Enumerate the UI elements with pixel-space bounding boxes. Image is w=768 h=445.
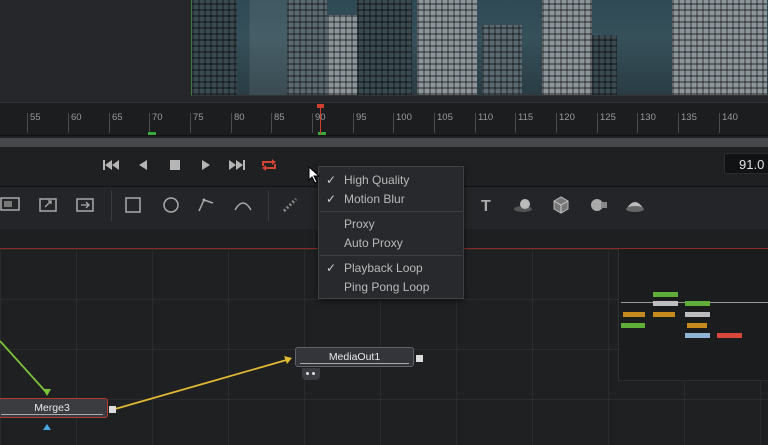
tick-label: 70 bbox=[152, 112, 163, 123]
checkmark-icon: ✓ bbox=[326, 173, 337, 187]
svg-text:T: T bbox=[481, 198, 491, 215]
mouse-cursor-icon bbox=[308, 165, 322, 184]
yellow-link bbox=[114, 358, 291, 410]
tick-label: 140 bbox=[722, 112, 738, 123]
viewer-image[interactable] bbox=[191, 0, 768, 96]
merge-tool-icon[interactable] bbox=[75, 194, 97, 216]
step-back-icon[interactable] bbox=[133, 157, 153, 173]
camera-3d-icon[interactable] bbox=[587, 194, 609, 216]
polygon-mask-icon[interactable] bbox=[196, 194, 218, 216]
rectangle-mask-icon[interactable] bbox=[122, 194, 144, 216]
viewer-options-menu: ✓ High Quality ✓ Motion Blur Proxy Auto … bbox=[318, 166, 464, 299]
menu-item-motion-blur[interactable]: ✓ Motion Blur bbox=[319, 190, 463, 208]
tick-label: 85 bbox=[274, 112, 285, 123]
timeline-scrollbar[interactable] bbox=[0, 138, 768, 147]
tick-label: 120 bbox=[559, 112, 575, 123]
mediaout-node[interactable]: MediaOut1 bbox=[295, 347, 414, 367]
checkmark-icon: ✓ bbox=[326, 192, 337, 206]
node-title: MediaOut1 bbox=[328, 351, 381, 363]
tick-label: 65 bbox=[112, 112, 123, 123]
bspline-mask-icon[interactable] bbox=[232, 194, 254, 216]
tick-label: 75 bbox=[193, 112, 204, 123]
mask-input-arrow-icon bbox=[43, 424, 51, 430]
playhead[interactable] bbox=[320, 106, 321, 134]
merge-3d-icon[interactable] bbox=[550, 194, 572, 216]
tick-label: 95 bbox=[356, 112, 367, 123]
tick-label: 55 bbox=[30, 112, 41, 123]
tick-label: 100 bbox=[396, 112, 412, 123]
merge-node[interactable]: Merge3 bbox=[0, 398, 108, 418]
loop-icon[interactable] bbox=[259, 157, 279, 173]
ellipse-mask-icon[interactable] bbox=[160, 194, 182, 216]
green-link bbox=[0, 340, 47, 393]
tick-label: 115 bbox=[518, 112, 534, 123]
checkmark-icon: ✓ bbox=[326, 261, 337, 275]
skip-to-start-icon[interactable] bbox=[101, 157, 121, 173]
tick-label: 110 bbox=[478, 112, 494, 123]
menu-item-ping-pong-loop[interactable]: Ping Pong Loop bbox=[319, 278, 463, 296]
play-icon[interactable] bbox=[196, 157, 216, 173]
text-tool-icon[interactable]: T bbox=[476, 194, 498, 216]
tick-label: 130 bbox=[640, 112, 656, 123]
menu-item-auto-proxy[interactable]: Auto Proxy bbox=[319, 234, 463, 252]
node-status-tab bbox=[302, 368, 320, 380]
node-title: Merge3 bbox=[34, 402, 70, 414]
merge-output-port[interactable] bbox=[109, 406, 116, 413]
tick-label: 125 bbox=[600, 112, 616, 123]
menu-item-playback-loop[interactable]: ✓ Playback Loop bbox=[319, 259, 463, 277]
tick-label: 80 bbox=[234, 112, 245, 123]
render-in-marker[interactable] bbox=[148, 132, 156, 135]
current-frame-field[interactable]: 91.0 bbox=[724, 153, 768, 174]
menu-item-high-quality[interactable]: ✓ High Quality bbox=[319, 171, 463, 189]
tick-label: 135 bbox=[681, 112, 697, 123]
renderer-3d-icon[interactable] bbox=[624, 194, 646, 216]
timeline-ruler[interactable]: 55 60 65 70 75 80 85 90 95 100 105 110 1… bbox=[0, 102, 768, 136]
paint-tool-icon[interactable] bbox=[280, 194, 302, 216]
menu-item-proxy[interactable]: Proxy bbox=[319, 215, 463, 233]
stop-icon[interactable] bbox=[165, 157, 185, 173]
mediaout-output-port[interactable] bbox=[416, 355, 423, 362]
skip-to-end-icon[interactable] bbox=[227, 157, 247, 173]
transform-tool-icon[interactable] bbox=[38, 194, 60, 216]
merge-input-arrow-icon bbox=[43, 389, 51, 396]
tick-label: 60 bbox=[71, 112, 82, 123]
shape-3d-icon[interactable] bbox=[512, 194, 534, 216]
background-tool-icon[interactable] bbox=[0, 194, 22, 216]
tick-label: 105 bbox=[437, 112, 453, 123]
node-navigator[interactable] bbox=[618, 249, 768, 381]
